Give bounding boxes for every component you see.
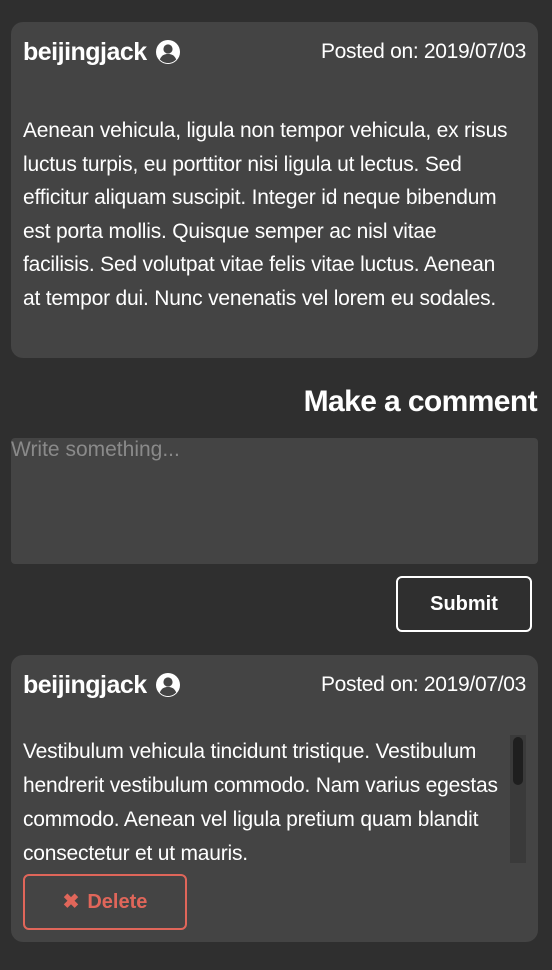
user-circle-icon <box>155 673 180 697</box>
post-author: beijingjack <box>23 38 181 67</box>
page: beijingjack Posted on: 2019/07/03 Aenean… <box>0 0 552 970</box>
post-date: Posted on: 2019/07/03 <box>320 40 526 63</box>
x-icon: ✖ <box>62 891 80 913</box>
delete-label: Delete <box>87 890 148 913</box>
delete-button[interactable]: ✖ Delete <box>23 874 187 930</box>
comment-body-scroll[interactable]: Vestibulum vehicula tincidunt tristique.… <box>23 735 526 863</box>
submit-row: Submit <box>11 576 538 632</box>
comment-input[interactable] <box>11 438 538 564</box>
post-card: beijingjack Posted on: 2019/07/03 Aenean… <box>11 22 538 358</box>
post-body: Aenean vehicula, ligula non tempor vehic… <box>23 119 508 310</box>
user-circle-icon <box>155 40 180 64</box>
comment-header: beijingjack Posted on: 2019/07/03 <box>23 669 526 701</box>
comment-scrollbar[interactable] <box>510 735 526 863</box>
comment-scroll-thumb[interactable] <box>513 737 523 785</box>
post-header: beijingjack Posted on: 2019/07/03 <box>23 36 526 68</box>
comment-date: Posted on: 2019/07/03 <box>320 673 526 696</box>
comment-author-name[interactable]: beijingjack <box>23 671 147 700</box>
post-author-name[interactable]: beijingjack <box>23 38 147 67</box>
submit-button[interactable]: Submit <box>396 576 532 632</box>
comment-heading: Make a comment <box>303 385 538 418</box>
comment-body: Vestibulum vehicula tincidunt tristique.… <box>23 740 498 863</box>
comment-author: beijingjack <box>23 671 181 700</box>
comment-card: beijingjack Posted on: 2019/07/03 Vestib… <box>11 655 538 942</box>
